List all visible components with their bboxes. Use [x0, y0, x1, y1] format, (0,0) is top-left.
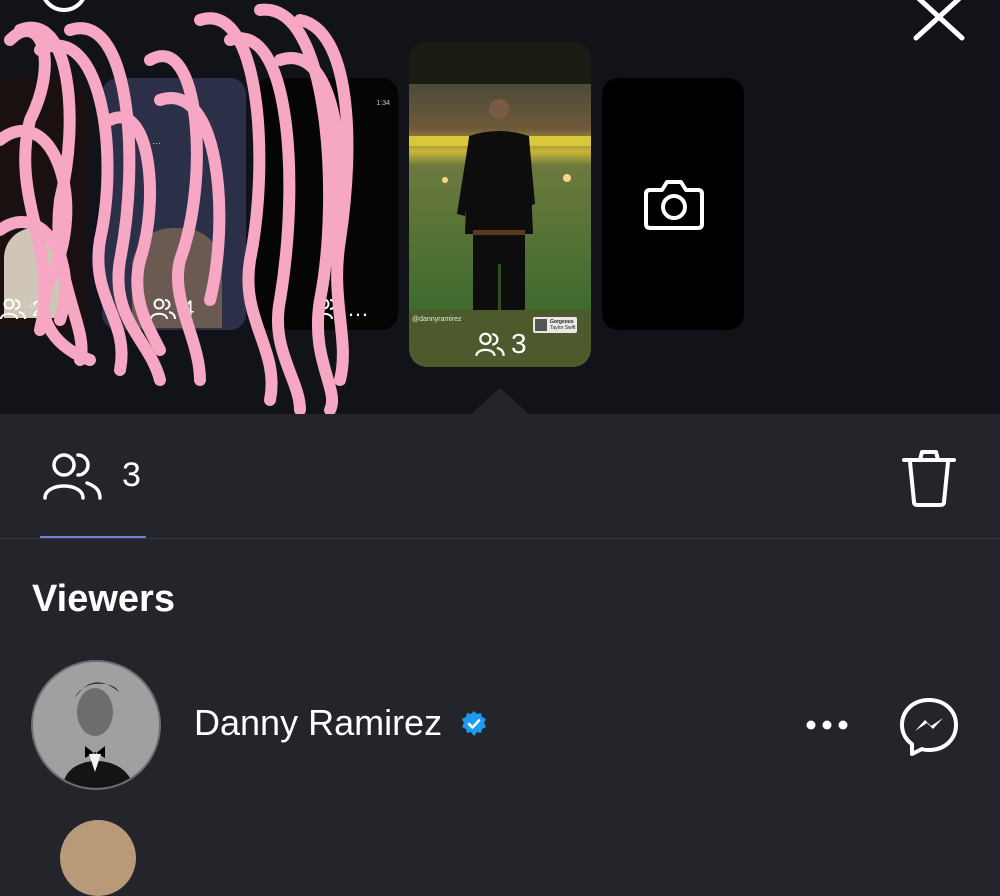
thumbnail-view-count: 2: [0, 296, 44, 322]
selection-pointer: [470, 388, 530, 414]
thumbnail-view-count: …: [315, 296, 369, 322]
more-horizontal-icon[interactable]: [804, 710, 850, 740]
thumbnail-caption: …: [152, 136, 161, 146]
people-icon: [315, 298, 341, 320]
viewers-count: 3: [122, 456, 141, 494]
thumbnail-count-text: 4: [182, 296, 195, 321]
people-icon: [475, 332, 505, 356]
viewers-heading: Viewers: [32, 578, 175, 620]
add-story-tile[interactable]: [602, 78, 744, 330]
story-thumbnail-active[interactable]: @dannyramirez Gorgeous Taylor Swift 3: [409, 42, 591, 367]
story-tray: …ed 2 … 4 1:34 … @dannyramirez Gorgeous …: [0, 0, 1000, 414]
active-view-count: 3: [475, 328, 527, 360]
thumbnail-view-count: 4: [150, 296, 194, 322]
story-photo: [409, 84, 591, 310]
viewer-name[interactable]: Danny Ramirez: [194, 702, 442, 744]
album-art: [535, 319, 547, 331]
thumbnail-count-text: …: [347, 296, 369, 321]
story-stats-bar: 3: [0, 414, 1000, 539]
viewer-list-item[interactable]: Danny Ramirez: [0, 658, 1000, 792]
active-count-text: 3: [511, 328, 527, 359]
people-icon: [43, 453, 102, 500]
story-thumbnail-3[interactable]: 1:34 …: [255, 78, 398, 330]
settings-icon[interactable]: [36, 0, 92, 18]
thumbnail-count-text: 2: [32, 296, 45, 321]
people-icon: [0, 298, 26, 320]
avatar-photo: [33, 662, 159, 788]
music-sticker: Gorgeous Taylor Swift: [533, 317, 577, 333]
story-handle: @dannyramirez: [412, 316, 462, 323]
people-icon: [150, 298, 176, 320]
story-thumbnail-1[interactable]: …ed 2: [0, 78, 86, 330]
messenger-icon[interactable]: [898, 696, 960, 758]
thumbnail-caption: 1:34: [376, 100, 390, 107]
avatar[interactable]: [60, 820, 136, 896]
camera-icon[interactable]: [640, 170, 708, 238]
trash-icon[interactable]: [900, 448, 958, 508]
story-footer: @dannyramirez Gorgeous Taylor Swift 3: [409, 310, 591, 367]
song-artist: Taylor Swift: [550, 325, 576, 331]
active-tab-indicator: [40, 536, 146, 538]
close-icon[interactable]: [910, 0, 968, 44]
avatar[interactable]: [31, 660, 161, 790]
verified-badge-icon: [462, 711, 486, 736]
tab-viewers[interactable]: 3: [40, 414, 146, 538]
story-thumbnail-2[interactable]: … 4: [102, 78, 246, 330]
